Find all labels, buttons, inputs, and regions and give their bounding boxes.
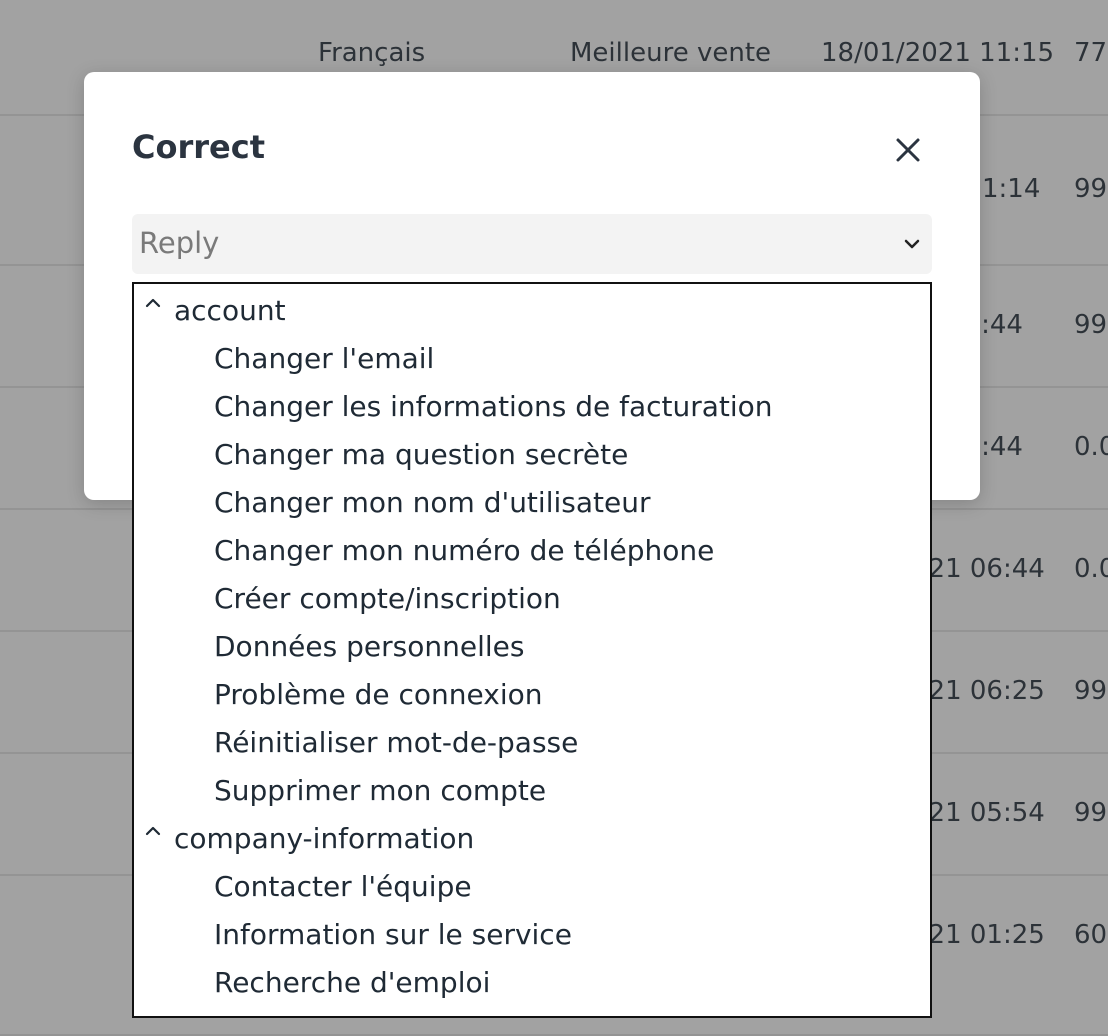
option-item[interactable]: Données personnelles: [134, 622, 930, 670]
option-item[interactable]: Changer ma question secrète: [134, 430, 930, 478]
option-item[interactable]: Changer mon nom d'utilisateur: [134, 478, 930, 526]
option-item[interactable]: Changer les informations de facturation: [134, 382, 930, 430]
reply-options-list[interactable]: account Changer l'email Changer les info…: [132, 282, 932, 1018]
option-item-label: Changer ma question secrète: [214, 438, 629, 471]
option-item-label: Changer les informations de facturation: [214, 390, 773, 423]
option-item[interactable]: Créer compte/inscription: [134, 574, 930, 622]
option-item[interactable]: Contacter l'équipe: [134, 862, 930, 910]
reply-select[interactable]: Reply: [132, 214, 932, 274]
option-item[interactable]: Problème de connexion: [134, 670, 930, 718]
option-item[interactable]: Supprimer mon compte: [134, 766, 930, 814]
option-item[interactable]: Information sur le service: [134, 910, 930, 958]
option-item-label: Changer mon numéro de téléphone: [214, 534, 715, 567]
option-item[interactable]: Changer mon numéro de téléphone: [134, 526, 930, 574]
option-item[interactable]: Recherche d'emploi: [134, 958, 930, 1006]
option-item-label: Contacter l'équipe: [214, 870, 472, 903]
close-button[interactable]: [888, 130, 928, 170]
chevron-up-icon: [145, 826, 161, 836]
option-item-label: Changer l'email: [214, 342, 435, 375]
option-item-label: Recherche d'emploi: [214, 966, 491, 999]
option-item-label: Problème de connexion: [214, 678, 543, 711]
option-item[interactable]: Changer l'email: [134, 334, 930, 382]
chevron-up-icon: [145, 298, 161, 308]
option-group-label: account: [174, 294, 286, 327]
modal-title: Correct: [132, 128, 265, 166]
option-item-label: Information sur le service: [214, 918, 572, 951]
chevron-down-icon: [904, 239, 920, 249]
close-icon: [896, 138, 920, 162]
option-item-label: Réinitialiser mot-de-passe: [214, 726, 579, 759]
option-group-label: company-information: [174, 822, 475, 855]
option-item-label: Créer compte/inscription: [214, 582, 561, 615]
option-group-account[interactable]: account: [134, 286, 930, 334]
option-item-label: Changer mon nom d'utilisateur: [214, 486, 651, 519]
option-item-label: Supprimer mon compte: [214, 774, 547, 807]
option-item-label: Données personnelles: [214, 630, 525, 663]
option-item[interactable]: Réinitialiser mot-de-passe: [134, 718, 930, 766]
option-group-company-information[interactable]: company-information: [134, 814, 930, 862]
select-value: Reply: [139, 226, 220, 260]
